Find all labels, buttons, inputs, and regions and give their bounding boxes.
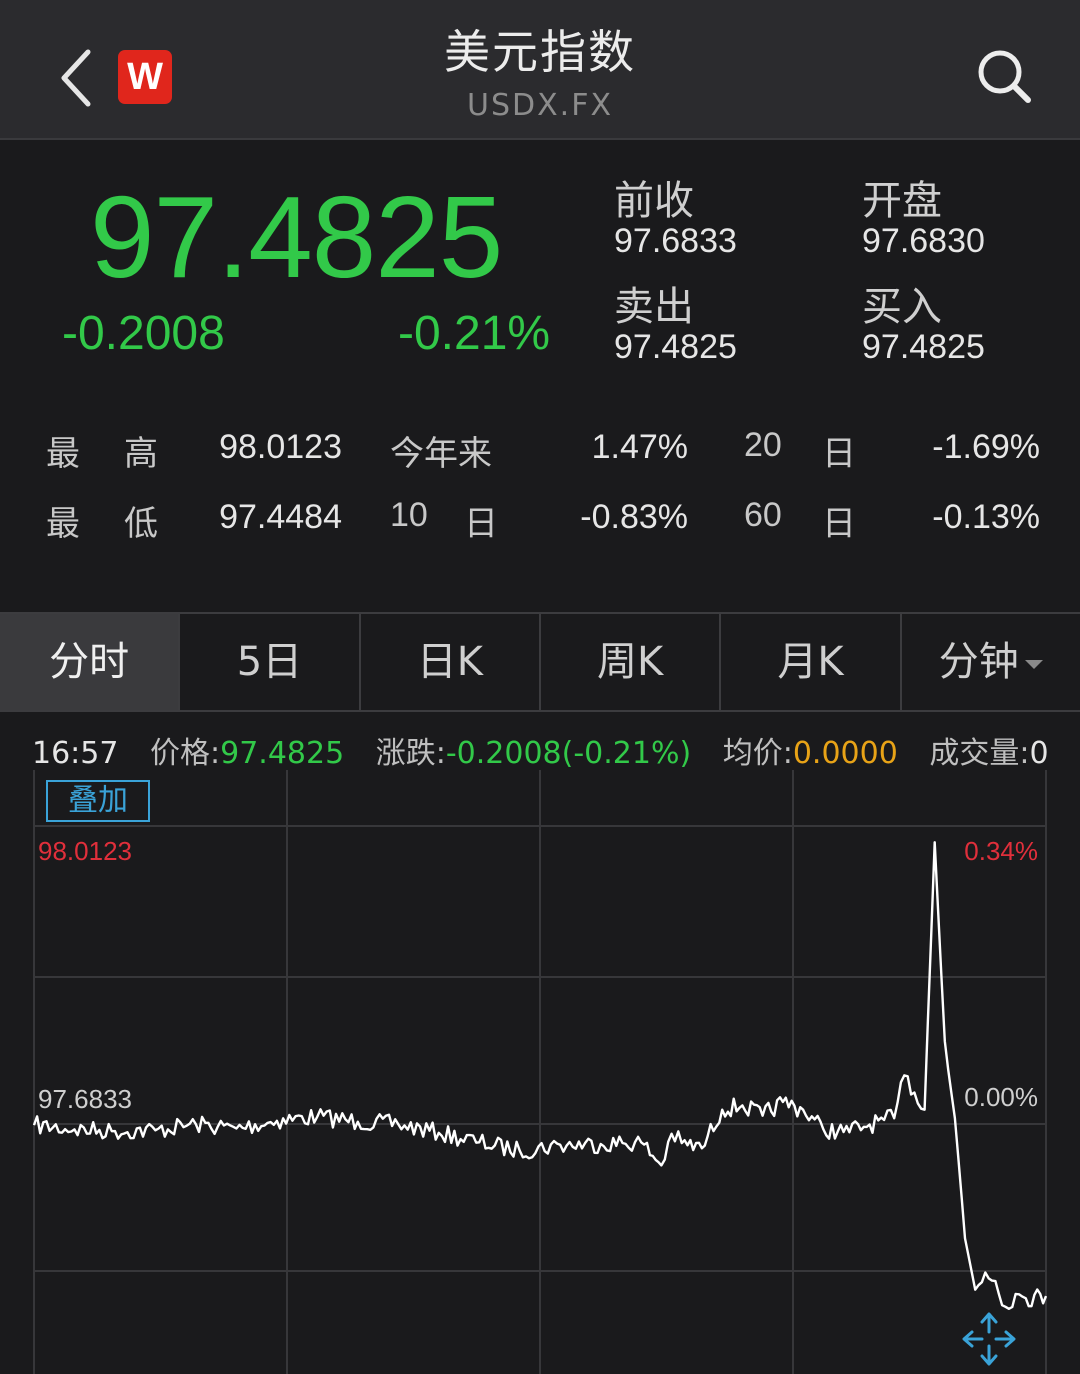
search-icon bbox=[978, 50, 1031, 103]
chart-high-pct-label: 0.34% bbox=[964, 836, 1038, 866]
info-price-label: 价格: bbox=[150, 736, 221, 771]
intraday-chart[interactable] bbox=[0, 770, 1080, 1374]
tab-daily-k[interactable]: 日K bbox=[361, 614, 541, 710]
chart-grid bbox=[33, 770, 1047, 1374]
tab-5day[interactable]: 5日 bbox=[180, 614, 361, 710]
symbol-code: USDX.FX bbox=[467, 88, 613, 123]
high-value: 98.0123 bbox=[219, 428, 342, 466]
ytd-value: 1.47% bbox=[591, 428, 688, 466]
open-label: 开盘 bbox=[862, 178, 942, 224]
low-label-a: 最 bbox=[46, 504, 80, 544]
d60-value: -0.13% bbox=[932, 498, 1040, 536]
chart-base-pct-label: 0.00% bbox=[964, 1082, 1038, 1112]
price-change: -0.2008 bbox=[62, 307, 225, 360]
d20-value: -1.69% bbox=[932, 428, 1040, 466]
high-label-a: 最 bbox=[46, 434, 80, 474]
tab-intraday[interactable]: 分时 bbox=[0, 614, 181, 710]
chart-base-price-label: 97.6833 bbox=[38, 1084, 132, 1114]
info-avg-label: 均价: bbox=[722, 736, 793, 771]
info-volume-label: 成交量: bbox=[929, 736, 1030, 771]
low-label-b: 低 bbox=[124, 504, 158, 544]
last-price: 97.4825 bbox=[90, 172, 503, 302]
d60-unit: 日 bbox=[822, 504, 856, 544]
buy-value: 97.4825 bbox=[862, 328, 985, 366]
info-volume: 0 bbox=[1029, 736, 1049, 771]
expand-arrows-icon bbox=[962, 1312, 1016, 1366]
info-change: -0.2008(-0.21%) bbox=[445, 736, 692, 771]
sell-value: 97.4825 bbox=[614, 328, 737, 366]
ytd-label: 今年来 bbox=[390, 434, 492, 474]
chart-high-price-label: 98.0123 bbox=[38, 836, 132, 866]
period-tabs: 分时 5日 日K 周K 月K 分钟 bbox=[0, 612, 1080, 712]
info-change-label: 涨跌: bbox=[375, 736, 446, 771]
buy-label: 买入 bbox=[862, 284, 942, 330]
price-change-percent: -0.21% bbox=[398, 307, 551, 360]
overlay-button[interactable]: 叠加 bbox=[46, 780, 150, 822]
info-time: 16:57 bbox=[32, 736, 119, 771]
d10-number: 10 bbox=[390, 496, 428, 534]
tab-minute-label: 分钟 bbox=[938, 639, 1019, 685]
search-button[interactable] bbox=[972, 44, 1036, 108]
sell-label: 卖出 bbox=[614, 284, 694, 330]
page-title: 美元指数 bbox=[444, 25, 636, 79]
chevron-down-icon bbox=[1024, 659, 1043, 669]
low-value: 97.4484 bbox=[219, 498, 342, 536]
fullscreen-button[interactable] bbox=[958, 1308, 1020, 1370]
high-label-b: 高 bbox=[124, 434, 158, 474]
info-avg: 0.0000 bbox=[792, 736, 898, 771]
d20-unit: 日 bbox=[822, 434, 856, 474]
header-bar: W 美元指数 USDX.FX bbox=[0, 0, 1080, 140]
open-value: 97.6830 bbox=[862, 222, 985, 260]
d20-number: 20 bbox=[744, 426, 782, 464]
d10-unit: 日 bbox=[464, 504, 498, 544]
d60-number: 60 bbox=[744, 496, 782, 534]
d10-value: -0.83% bbox=[580, 498, 688, 536]
tab-minute[interactable]: 分钟 bbox=[902, 614, 1080, 710]
prev-close-value: 97.6833 bbox=[614, 222, 737, 260]
tab-weekly-k[interactable]: 周K bbox=[541, 614, 722, 710]
prev-close-label: 前收 bbox=[614, 178, 694, 224]
info-price: 97.4825 bbox=[220, 736, 345, 771]
crosshair-info-bar: 16:57 价格:97.4825 涨跌:-0.2008(-0.21%) 均价:0… bbox=[32, 728, 1049, 772]
tab-monthly-k[interactable]: 月K bbox=[721, 614, 902, 710]
